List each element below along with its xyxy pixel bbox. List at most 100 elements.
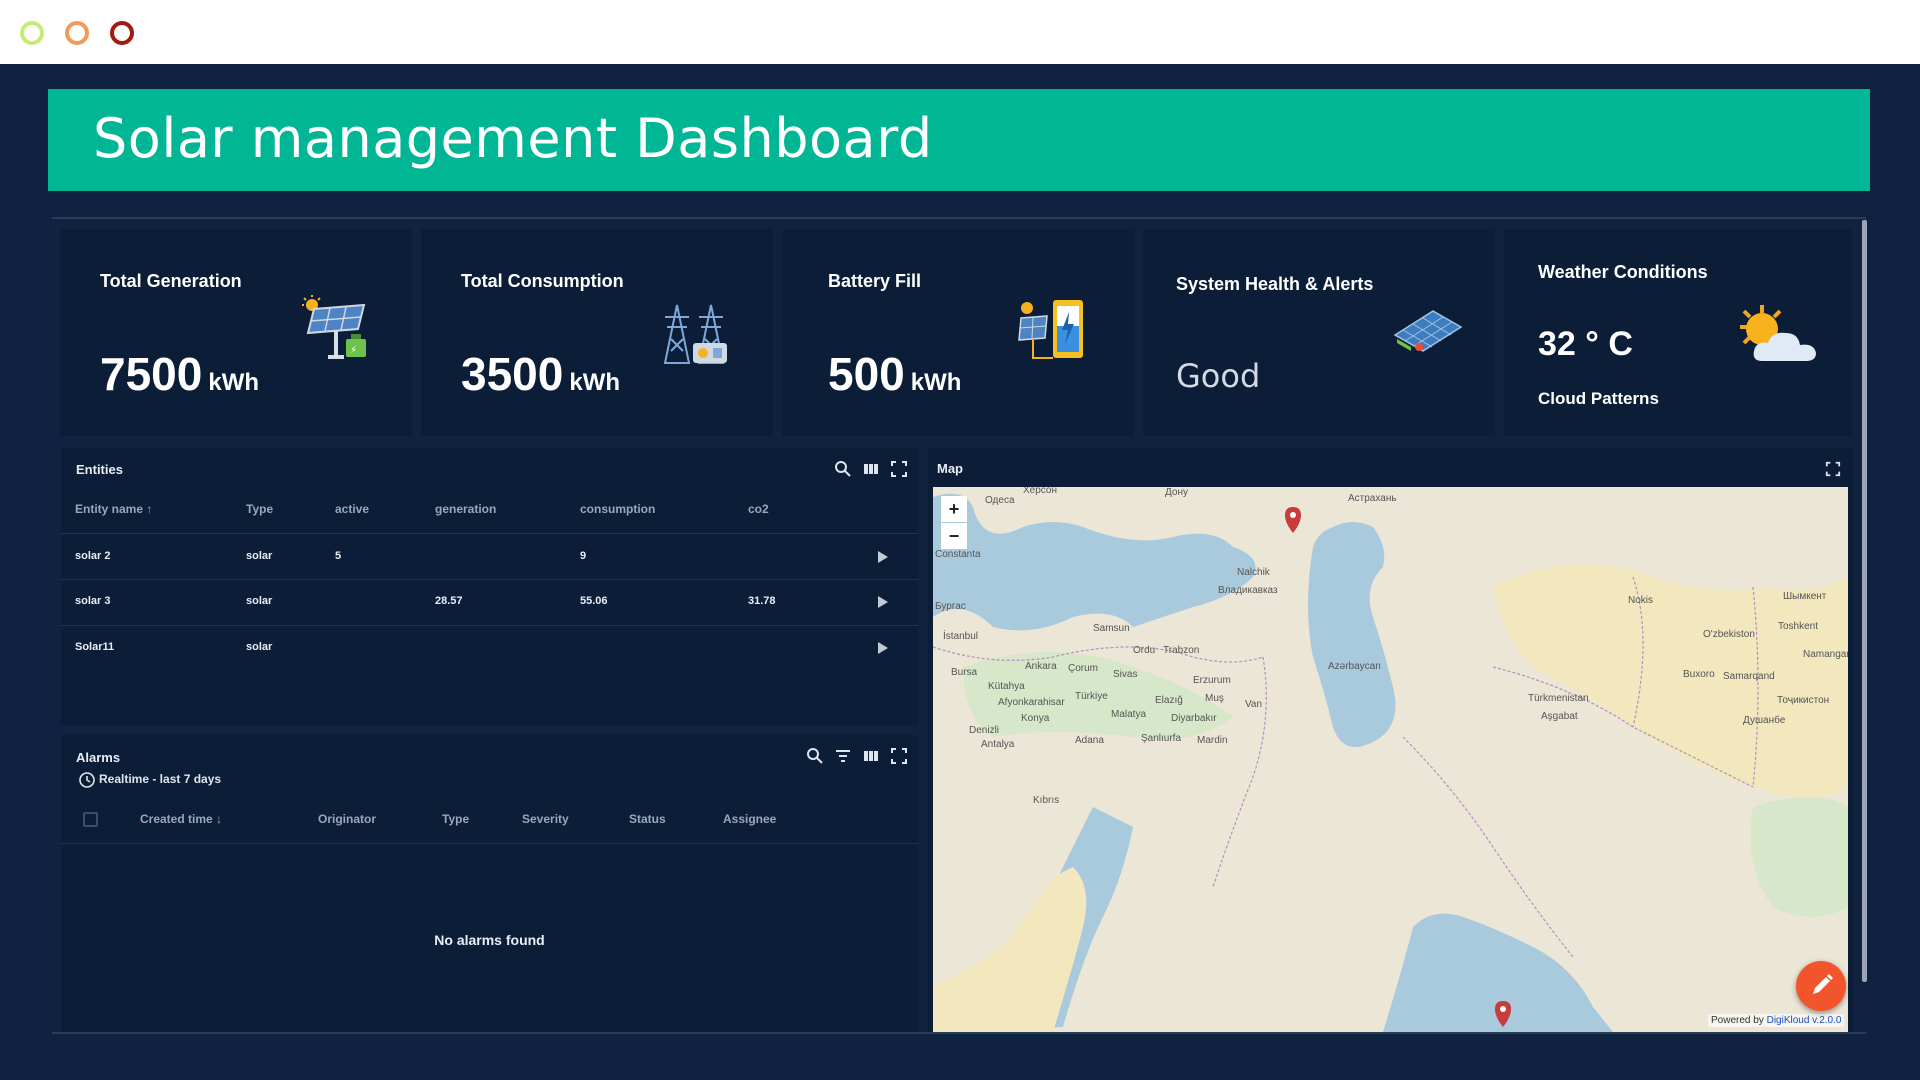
cell-type: solar xyxy=(246,550,273,562)
temperature-value: 32 xyxy=(1538,325,1576,363)
clock-icon xyxy=(79,772,95,788)
svg-text:Херсон: Херсон xyxy=(1023,487,1057,496)
cell-consumption: 9 xyxy=(580,550,587,562)
cell-type: solar xyxy=(246,595,273,607)
divider xyxy=(61,625,918,626)
svg-text:Erzurum: Erzurum xyxy=(1193,675,1231,686)
row-open-arrow-icon[interactable] xyxy=(878,642,888,654)
svg-text:Malatya: Malatya xyxy=(1111,709,1146,720)
select-all-checkbox[interactable] xyxy=(83,812,98,827)
power-tower-icon xyxy=(661,303,735,370)
column-label: Entity name xyxy=(75,502,144,516)
scrollbar[interactable] xyxy=(1862,220,1867,982)
svg-text:Kıbrıs: Kıbrıs xyxy=(1033,795,1059,806)
card-title: Weather Conditions xyxy=(1538,262,1708,282)
column-header-active[interactable]: active xyxy=(335,502,369,516)
svg-text:⚡: ⚡ xyxy=(350,345,357,356)
svg-text:Türkiye: Türkiye xyxy=(1075,691,1108,702)
column-header-assignee[interactable]: Assignee xyxy=(723,812,776,826)
divider xyxy=(52,217,1866,219)
svg-text:Mardin: Mardin xyxy=(1197,735,1228,746)
columns-icon[interactable] xyxy=(862,460,880,478)
card-value: 500 kWh xyxy=(828,347,961,401)
svg-text:Türkmenistan: Türkmenistan xyxy=(1528,693,1589,704)
sort-arrow-icon: ↓ xyxy=(216,812,223,826)
fullscreen-icon[interactable] xyxy=(890,747,908,765)
pencil-icon xyxy=(1813,974,1833,994)
column-header-originator[interactable]: Originator xyxy=(318,812,376,826)
svg-text:Adana: Adana xyxy=(1075,735,1104,746)
map-zoom-out-button[interactable]: − xyxy=(941,523,967,549)
timewindow-label: Realtime - last 7 days xyxy=(99,772,222,787)
column-header-type[interactable]: Type xyxy=(246,502,273,516)
cell-generation: 28.57 xyxy=(435,595,463,607)
cell-co2: 31.78 xyxy=(748,595,776,607)
panel-title: Alarms xyxy=(76,750,121,765)
svg-text:İstanbul: İstanbul xyxy=(943,629,978,642)
cell-type: solar xyxy=(246,641,273,653)
column-header-created-time[interactable]: Created time ↓ xyxy=(140,812,222,826)
cell-entity-name: solar 3 xyxy=(75,595,111,607)
svg-text:Azərbaycan: Azərbaycan xyxy=(1328,661,1381,672)
attribution-link[interactable]: DigiKloud v.2.0.0 xyxy=(1767,1015,1842,1026)
map-attribution: Powered by DigiKloud v.2.0.0 xyxy=(1708,1014,1845,1027)
svg-text:Тоҷикистон: Тоҷикистон xyxy=(1777,695,1829,706)
card-system-health: System Health & Alerts Good xyxy=(1143,229,1495,436)
svg-text:Afyonkarahisar: Afyonkarahisar xyxy=(998,697,1065,708)
column-header-generation[interactable]: generation xyxy=(435,502,496,516)
columns-icon[interactable] xyxy=(862,747,880,765)
svg-text:Şanlıurfa: Şanlıurfa xyxy=(1141,733,1181,744)
card-title: System Health & Alerts xyxy=(1176,274,1374,294)
column-header-consumption[interactable]: consumption xyxy=(580,502,655,516)
divider xyxy=(61,843,918,844)
svg-text:Muş: Muş xyxy=(1205,693,1224,704)
solar-panel-charging-icon: ⚡ xyxy=(300,295,370,366)
svg-text:Ordu: Ordu xyxy=(1133,645,1155,656)
svg-text:Bursa: Bursa xyxy=(951,667,978,678)
svg-text:Constanta: Constanta xyxy=(935,549,981,560)
column-header-co2[interactable]: co2 xyxy=(748,502,769,516)
svg-text:Van: Van xyxy=(1245,699,1262,710)
search-icon[interactable] xyxy=(834,460,852,478)
window-maximize-button[interactable] xyxy=(65,21,89,45)
window-minimize-button[interactable] xyxy=(20,21,44,45)
column-header-entity-name[interactable]: Entity name ↑ xyxy=(75,502,152,516)
card-total-consumption: Total Consumption 3500 kWh xyxy=(421,229,773,436)
svg-text:Sivas: Sivas xyxy=(1113,669,1137,680)
edit-dashboard-button[interactable] xyxy=(1796,961,1846,1011)
fullscreen-icon[interactable] xyxy=(1825,461,1843,479)
value-number: 7500 xyxy=(100,348,203,400)
timewindow-selector[interactable]: Realtime - last 7 days xyxy=(79,772,221,788)
filter-icon[interactable] xyxy=(834,747,852,765)
map-zoom-in-button[interactable]: + xyxy=(941,496,967,522)
svg-text:Çorum: Çorum xyxy=(1068,663,1098,674)
map-view[interactable]: Херсон Одеса Дону Астрахань Constanta Nalchi… xyxy=(933,487,1848,1032)
column-label: Created time xyxy=(140,812,213,826)
card-weather-conditions: Weather Conditions 32 ° C Cloud Patterns xyxy=(1504,229,1852,436)
svg-text:Denizli: Denizli xyxy=(969,725,999,736)
weather-description: Cloud Patterns xyxy=(1538,389,1659,408)
window-close-button[interactable] xyxy=(110,21,134,45)
row-open-arrow-icon[interactable] xyxy=(878,596,888,608)
column-header-status[interactable]: Status xyxy=(629,812,666,826)
window-titlebar xyxy=(0,0,1920,64)
svg-text:Дону: Дону xyxy=(1165,487,1188,498)
solar-array-icon xyxy=(1391,309,1463,358)
cell-consumption: 55.06 xyxy=(580,595,608,607)
row-open-arrow-icon[interactable] xyxy=(878,551,888,563)
svg-text:Namangan: Namangan xyxy=(1803,649,1848,660)
svg-text:Antalya: Antalya xyxy=(981,739,1015,750)
svg-text:Buxoro: Buxoro xyxy=(1683,669,1715,680)
svg-text:Ankara: Ankara xyxy=(1025,661,1057,672)
search-icon[interactable] xyxy=(806,747,824,765)
attribution-prefix: Powered by xyxy=(1711,1015,1764,1026)
svg-text:Душанбе: Душанбе xyxy=(1743,714,1786,726)
column-header-severity[interactable]: Severity xyxy=(522,812,569,826)
column-header-type[interactable]: Type xyxy=(442,812,469,826)
svg-text:Астрахань: Астрахань xyxy=(1348,493,1397,504)
svg-text:Nokis: Nokis xyxy=(1628,595,1653,606)
svg-text:Aşgabat: Aşgabat xyxy=(1541,711,1578,722)
svg-text:Владикавказ: Владикавказ xyxy=(1218,585,1278,596)
fullscreen-icon[interactable] xyxy=(890,460,908,478)
divider xyxy=(61,579,918,580)
